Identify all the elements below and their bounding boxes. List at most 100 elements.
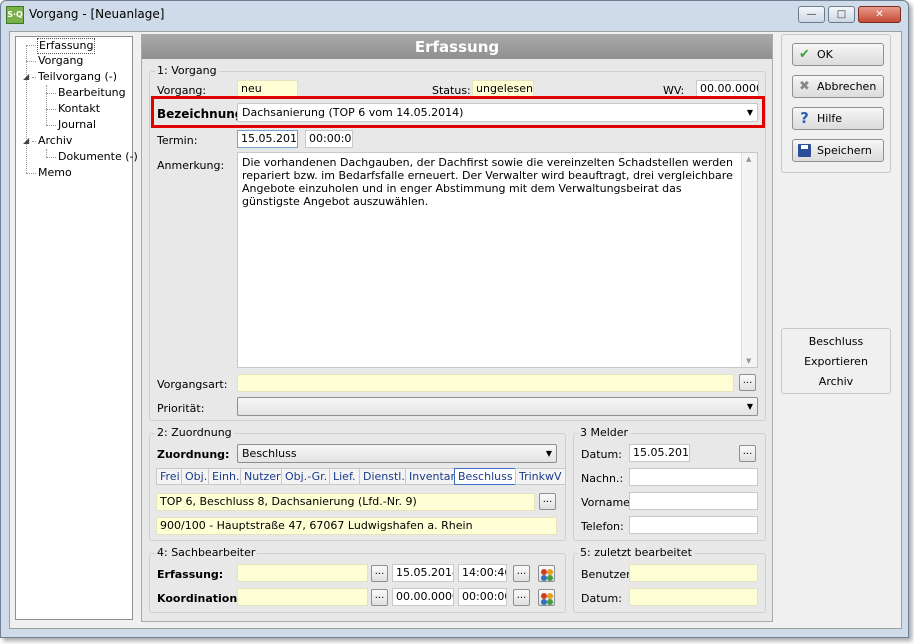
tree-item-bearbeitung[interactable]: Bearbeitung [58, 86, 126, 100]
zuordnung-lookup-button[interactable]: ... [539, 493, 556, 510]
tree-item-dokumente[interactable]: Dokumente (-) [58, 150, 138, 164]
zuordnung-select[interactable]: Beschluss ▼ [237, 444, 557, 463]
tab-lief[interactable]: Lief. [329, 468, 360, 485]
koordination-date-field[interactable]: 00.00.0000 [392, 588, 454, 606]
tab-nutzer[interactable]: Nutzer [240, 468, 285, 485]
vorname-label: Vorname: [581, 496, 634, 509]
panel-header: Erfassung [142, 35, 772, 59]
erfassung-time-field[interactable]: 14:00:46 [458, 564, 507, 582]
melder-lookup-button[interactable]: ... [739, 445, 756, 462]
navigation-tree: ◢ ◢ Erfassung Vorgang Teilvorgang (-) Be… [15, 36, 138, 620]
termin-time-field[interactable]: 00:00:00 [305, 130, 353, 148]
highlight-frame [151, 96, 765, 128]
melder-datum-field[interactable]: 15.05.2014 [629, 444, 690, 462]
vorname-field[interactable] [629, 492, 758, 510]
tab-trinkwv[interactable]: TrinkwV [515, 468, 566, 485]
scroll-up-icon[interactable]: ▲ [746, 155, 751, 163]
vorgang-group-title: 1: Vorgang [155, 64, 219, 77]
client-area: ◢ ◢ Erfassung Vorgang Teilvorgang (-) Be… [9, 31, 902, 629]
erfassung-date-field[interactable]: 15.05.2014 [392, 564, 454, 582]
koordination-users-icon[interactable] [538, 589, 555, 606]
nachname-field[interactable] [629, 468, 758, 486]
collapse-teilvorgang-icon[interactable]: ◢ [23, 72, 29, 81]
abbrechen-button[interactable]: ✖ Abbrechen [792, 75, 884, 98]
erfassung-time-button[interactable]: ... [513, 565, 530, 582]
hilfe-button[interactable]: ? Hilfe [792, 107, 884, 130]
zuordnung-line2: 900/100 - Hauptstraße 47, 67067 Ludwigsh… [156, 517, 557, 535]
tree-item-journal[interactable]: Journal [58, 118, 96, 132]
tab-obj[interactable]: Obj. [181, 468, 212, 485]
check-icon: ✔ [799, 47, 810, 62]
minimize-button[interactable]: — [798, 6, 825, 23]
ok-button[interactable]: ✔ OK [792, 43, 884, 66]
ok-label: OK [817, 48, 833, 61]
tab-frei[interactable]: Frei [156, 468, 184, 485]
zuordnung-value: Beschluss [242, 447, 297, 460]
prioritaet-select[interactable]: ▼ [237, 397, 758, 416]
tab-einh[interactable]: Einh. [208, 468, 244, 485]
tree-item-kontakt[interactable]: Kontakt [58, 102, 100, 116]
koordination-time-field[interactable]: 00:00:00 [458, 588, 507, 606]
vorgangsart-field[interactable] [237, 374, 734, 392]
koordination-lookup-button[interactable]: ... [371, 589, 388, 606]
koordination-label: Koordination: [157, 592, 242, 605]
termin-label: Termin: [157, 134, 198, 147]
tree-item-archiv[interactable]: Archiv [38, 134, 72, 148]
cancel-x-icon: ✖ [799, 79, 810, 94]
erfassung-label: Erfassung: [157, 568, 224, 581]
tab-inventar[interactable]: Inventar [405, 468, 460, 485]
beschluss-link[interactable]: Beschluss [782, 335, 890, 348]
archiv-link[interactable]: Archiv [782, 375, 890, 388]
benutzer-label: Benutzer: [581, 568, 635, 581]
speichern-button[interactable]: Speichern [792, 139, 884, 162]
maximize-button[interactable]: □ [828, 6, 855, 23]
prioritaet-label: Priorität: [157, 402, 205, 415]
tree-item-vorgang[interactable]: Vorgang [38, 54, 83, 68]
close-button[interactable]: ✕ [858, 6, 901, 23]
telefon-field[interactable] [629, 516, 758, 534]
sachbearbeiter-group-title: 4: Sachbearbeiter [155, 546, 258, 559]
chevron-down-icon: ▼ [545, 449, 552, 458]
anmerkung-text: Die vorhandenen Dachgauben, der Dachfirs… [242, 156, 733, 208]
tab-obj-gr[interactable]: Obj.-Gr. [281, 468, 332, 485]
scroll-down-icon[interactable]: ▼ [746, 357, 751, 365]
anmerkung-textarea[interactable]: Die vorhandenen Dachgauben, der Dachfirs… [237, 152, 758, 368]
erfassung-lookup-button[interactable]: ... [371, 565, 388, 582]
collapse-archiv-icon[interactable]: ◢ [23, 136, 29, 145]
vorgangsart-label: Vorgangsart: [157, 378, 228, 391]
exportieren-link[interactable]: Exportieren [782, 355, 890, 368]
erfassung-panel: Erfassung 1: Vorgang Vorgang: neu Status… [141, 34, 773, 622]
app-icon: S·Q [6, 6, 24, 24]
tab-dienstl[interactable]: Dienstl. [359, 468, 409, 485]
zuletzt-datum-label: Datum: [581, 592, 622, 605]
links-panel: Beschluss Exportieren Archiv [781, 328, 891, 394]
title-bar[interactable]: S·Q Vorgang - [Neuanlage] — □ ✕ [1, 1, 908, 29]
anmerkung-label: Anmerkung: [157, 159, 225, 172]
hilfe-label: Hilfe [817, 112, 843, 125]
erfassung-name-field[interactable] [237, 564, 368, 582]
anmerkung-scrollbar[interactable]: ▲ ▼ [741, 153, 757, 367]
termin-date-field[interactable]: 15.05.2013 [237, 130, 298, 148]
window-title: Vorgang - [Neuanlage] [29, 7, 165, 21]
melder-group-title: 3 Melder [578, 426, 631, 439]
vorgangsart-lookup-button[interactable]: ... [739, 374, 756, 391]
zuletzt-group-title: 5: zuletzt bearbeitet [578, 546, 694, 559]
erfassung-users-icon[interactable] [538, 565, 555, 582]
chevron-down-icon: ▼ [746, 402, 753, 411]
koordination-time-button[interactable]: ... [513, 589, 530, 606]
zuletzt-datum-field [629, 588, 758, 606]
benutzer-field [629, 564, 758, 582]
dialog-window: S·Q Vorgang - [Neuanlage] — □ ✕ ◢ ◢ Erfa… [0, 0, 909, 638]
tree-item-teilvorgang[interactable]: Teilvorgang (-) [38, 70, 117, 84]
action-panel: ✔ OK ✖ Abbrechen ? Hilfe Speichern [781, 34, 891, 173]
zuordnung-group-title: 2: Zuordnung [155, 426, 234, 439]
tab-beschluss[interactable]: Beschluss [454, 468, 517, 485]
koordination-name-field[interactable] [237, 588, 368, 606]
tree-item-memo[interactable]: Memo [38, 166, 72, 180]
help-icon: ? [800, 109, 809, 127]
zuordnung-label: Zuordnung: [157, 448, 230, 461]
melder-datum-label: Datum: [581, 448, 622, 461]
zuordnung-line1: TOP 6, Beschluss 8, Dachsanierung (Lfd.-… [156, 493, 535, 511]
telefon-label: Telefon: [581, 520, 624, 533]
tree-item-erfassung[interactable]: Erfassung [37, 38, 96, 54]
